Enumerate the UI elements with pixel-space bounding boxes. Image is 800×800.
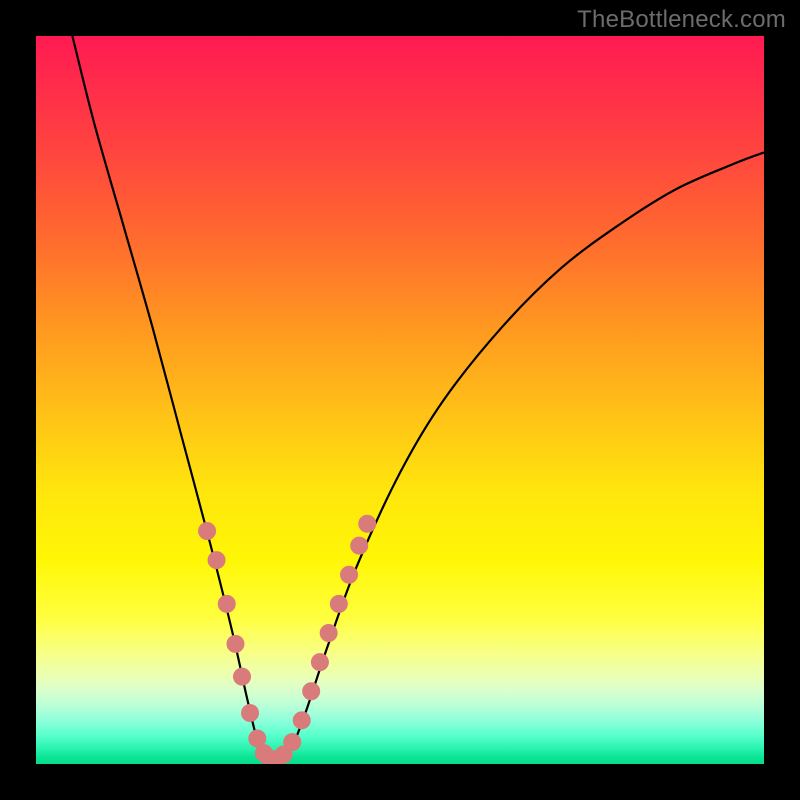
curve-marker	[293, 712, 310, 729]
plot-area	[36, 36, 764, 764]
curve-marker	[234, 668, 251, 685]
curve-marker	[199, 523, 216, 540]
curve-marker	[320, 624, 337, 641]
curve-marker	[242, 705, 259, 722]
curve-marker	[227, 635, 244, 652]
curve-marker	[208, 552, 225, 569]
curve-marker	[284, 734, 301, 751]
bottleneck-curve	[72, 36, 764, 762]
curve-layer	[36, 36, 764, 764]
curve-marker	[303, 683, 320, 700]
curve-marker	[218, 595, 235, 612]
curve-marker	[351, 537, 368, 554]
curve-marker	[341, 566, 358, 583]
chart-frame: TheBottleneck.com	[0, 0, 800, 800]
curve-marker	[330, 595, 347, 612]
watermark-text: TheBottleneck.com	[577, 6, 786, 34]
curve-marker	[359, 515, 376, 532]
curve-marker	[311, 654, 328, 671]
curve-markers	[199, 515, 376, 764]
